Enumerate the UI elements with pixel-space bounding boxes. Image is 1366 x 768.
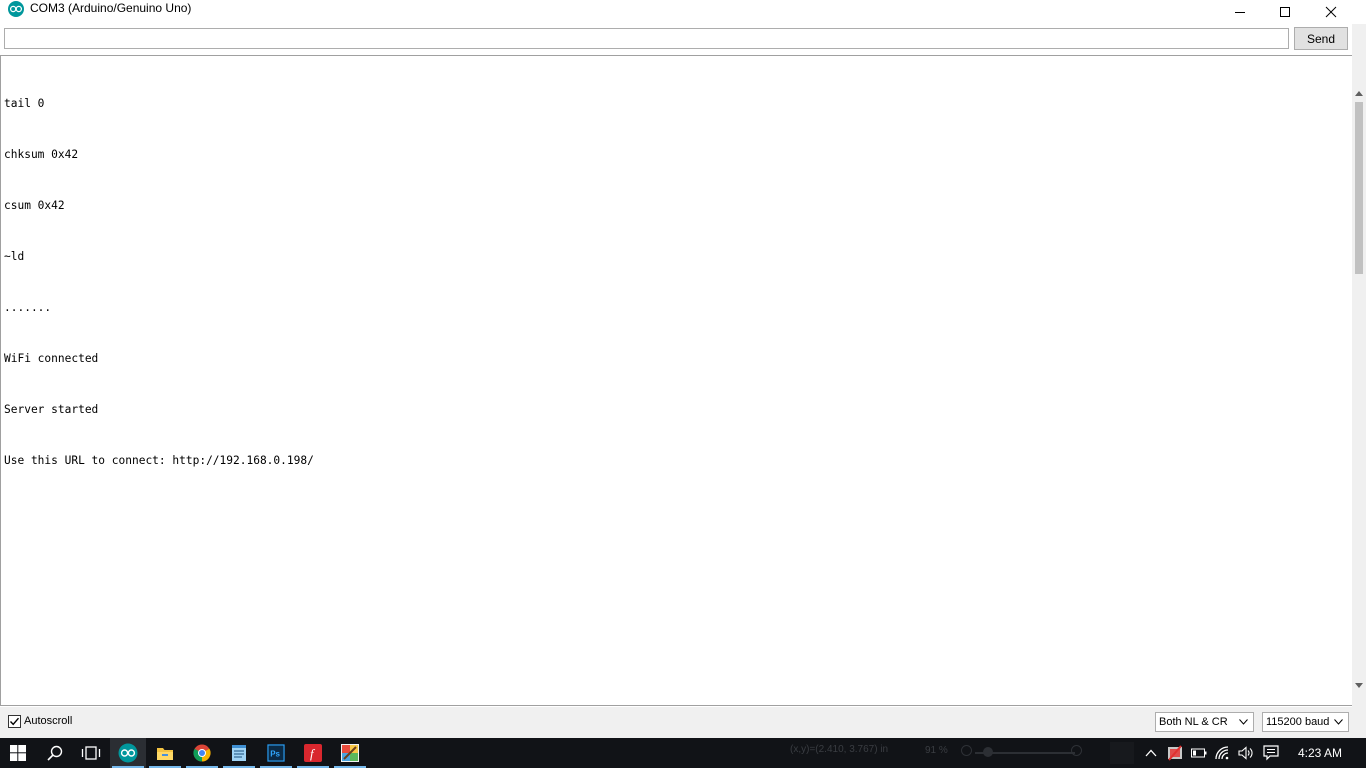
taskbar-search-button[interactable]	[37, 738, 73, 768]
taskbar-app-file-explorer[interactable]	[147, 738, 183, 768]
arduino-icon	[118, 743, 138, 763]
taskbar-app-chrome[interactable]	[184, 738, 220, 768]
baud-rate-select[interactable]: 115200 baud	[1262, 712, 1349, 732]
scroll-down-arrow-icon[interactable]	[1352, 678, 1366, 692]
autoscroll-label[interactable]: Autoscroll	[24, 715, 72, 728]
task-view-icon	[81, 746, 101, 760]
arduino-logo-icon	[8, 1, 24, 17]
autoscroll-checkbox[interactable]	[8, 715, 21, 728]
checkmark-icon	[9, 717, 20, 726]
taskbar-clock[interactable]: 4:23 AM	[1296, 738, 1344, 768]
taskbar-app-foxit-reader[interactable]: f	[295, 738, 331, 768]
output-line: .......	[4, 301, 52, 314]
taskbar-app-paint[interactable]	[332, 738, 368, 768]
maximize-button[interactable]	[1262, 0, 1308, 24]
serial-output-area[interactable]: tail 0 chksum 0x42 csum 0x42 ~ld .......…	[0, 55, 1352, 706]
serial-options-bar: Autoscroll Both NL & CR 115200 baud	[0, 707, 1366, 738]
output-line: tail 0	[4, 97, 45, 110]
line-ending-value: Both NL & CR	[1159, 716, 1228, 728]
output-line: Server started	[4, 403, 99, 416]
antivirus-icon	[1168, 745, 1182, 761]
notification-icon	[1263, 745, 1279, 761]
minimize-button[interactable]	[1217, 0, 1263, 24]
paint-icon	[341, 744, 359, 762]
close-icon	[1325, 6, 1337, 18]
windows-taskbar: Ps f (x,y)=(2.410, 3.767) in 91 % 4:23 A…	[0, 738, 1366, 768]
maximize-icon	[1280, 7, 1290, 17]
coordinate-readout: (x,y)=(2.410, 3.767) in	[790, 744, 889, 755]
battery-status[interactable]	[1188, 738, 1210, 768]
tray-divider	[1110, 742, 1134, 764]
notepad-icon	[232, 745, 246, 761]
network-status[interactable]	[1212, 738, 1234, 768]
tray-app-icon[interactable]	[1164, 738, 1186, 768]
taskbar-app-arduino[interactable]	[110, 738, 146, 768]
chevron-down-icon	[1334, 719, 1343, 725]
serial-output-text: tail 0 chksum 0x42 csum 0x42 ~ld .......…	[4, 61, 314, 503]
scrollbar-thumb[interactable]	[1355, 102, 1363, 274]
volume-control[interactable]	[1235, 738, 1257, 768]
windows-logo-icon	[10, 745, 26, 761]
output-line: ~ld	[4, 250, 25, 263]
line-ending-select[interactable]: Both NL & CR	[1155, 712, 1254, 732]
svg-text:Ps: Ps	[270, 750, 280, 759]
taskbar-app-photoshop[interactable]: Ps	[258, 738, 294, 768]
photoshop-icon: Ps	[267, 744, 285, 762]
action-center-button[interactable]	[1259, 738, 1283, 768]
chevron-up-icon	[1145, 749, 1157, 757]
start-button[interactable]	[0, 738, 36, 768]
chrome-icon	[193, 744, 211, 762]
taskbar-app-notepad[interactable]	[221, 738, 257, 768]
output-line: chksum 0x42	[4, 148, 79, 161]
battery-icon	[1191, 748, 1207, 758]
folder-icon	[157, 748, 173, 760]
baud-rate-value: 115200 baud	[1266, 716, 1330, 728]
output-line: csum 0x42	[4, 199, 65, 212]
vertical-scrollbar[interactable]	[1352, 86, 1366, 692]
minimize-icon	[1235, 12, 1245, 13]
zoom-in-icon	[1071, 745, 1082, 756]
wifi-icon	[1215, 746, 1229, 760]
scroll-up-arrow-icon[interactable]	[1352, 86, 1366, 100]
zoom-out-icon	[961, 745, 972, 756]
task-view-button[interactable]	[73, 738, 109, 768]
speaker-icon	[1238, 746, 1253, 760]
search-icon	[47, 745, 63, 761]
window-title: COM3 (Arduino/Genuino Uno)	[30, 1, 192, 15]
zoom-slider-knob	[983, 747, 993, 757]
output-line: WiFi connected	[4, 352, 99, 365]
chevron-down-icon	[1239, 719, 1248, 725]
show-hidden-icons-button[interactable]	[1140, 738, 1162, 768]
close-button[interactable]	[1308, 0, 1354, 24]
foxit-reader-icon: f	[304, 744, 322, 762]
serial-send-input[interactable]	[4, 28, 1289, 49]
title-bar[interactable]: COM3 (Arduino/Genuino Uno)	[0, 0, 1366, 24]
send-button[interactable]: Send	[1294, 27, 1348, 50]
output-line: Use this URL to connect: http://192.168.…	[4, 454, 314, 467]
zoom-level: 91 %	[925, 745, 948, 756]
